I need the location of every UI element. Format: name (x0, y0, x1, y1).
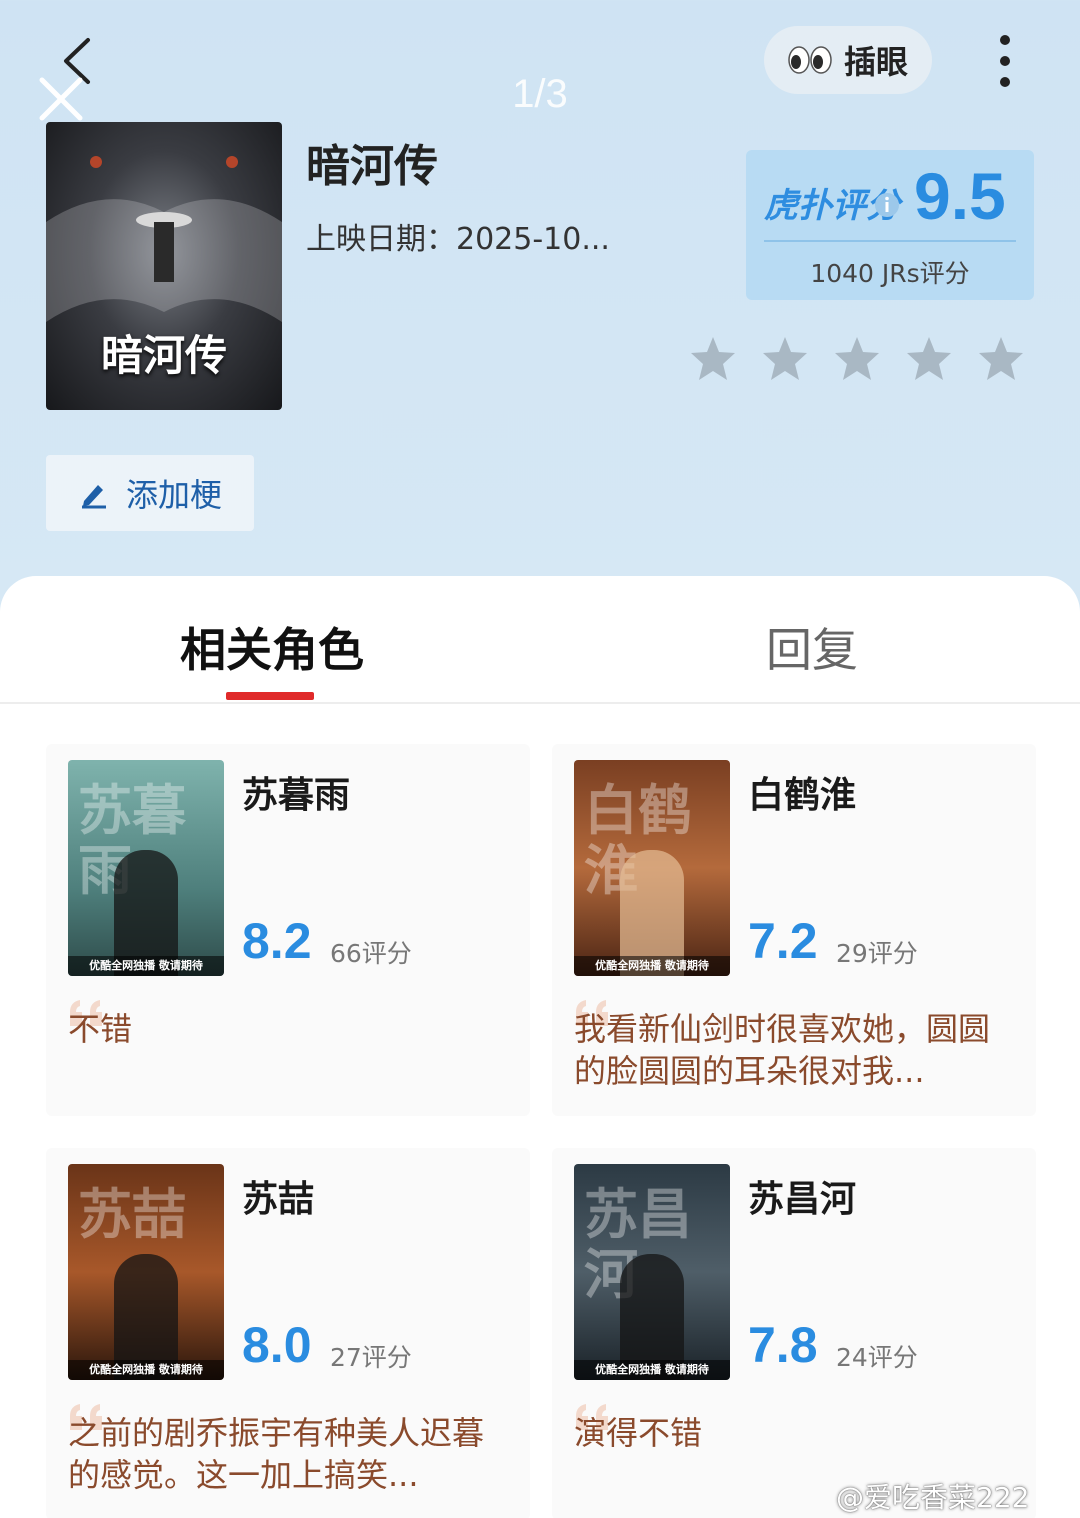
role-score: 7.2 (748, 913, 818, 969)
poster-tag: 优酷全网独播 敬请期待 (574, 1360, 730, 1380)
page-counter: 1/3 (512, 72, 568, 116)
content-panel: 相关角色 回复 苏暮雨 优酷全网独播 敬请期待 苏暮雨 8.2 66评分 不错 … (0, 576, 1080, 1518)
role-poster: 白鹤淮 优酷全网独播 敬请期待 (574, 760, 730, 976)
role-poster: 苏昌河 优酷全网独播 敬请期待 (574, 1164, 730, 1380)
poster-tag: 优酷全网独播 敬请期待 (574, 956, 730, 976)
drama-header: 1/3 插眼 暗河传 暗河传 上映日期：2025-10... 虎扑评分 9.5 … (0, 0, 1080, 600)
role-score: 7.8 (748, 1317, 818, 1373)
star-icon[interactable] (688, 334, 738, 384)
star-icon[interactable] (760, 334, 810, 384)
star-icon[interactable] (904, 334, 954, 384)
role-comment: 我看新仙剑时很喜欢她，圆圆的脸圆圆的耳朵很对我... (574, 1010, 991, 1090)
rating-stars[interactable] (688, 334, 1026, 384)
role-card[interactable]: 白鹤淮 优酷全网独播 敬请期待 白鹤淮 7.2 29评分 我看新仙剑时很喜欢她，… (552, 744, 1036, 1116)
eyes-icon (788, 46, 832, 74)
role-score-count: 29评分 (836, 939, 918, 968)
role-name: 白鹤淮 (748, 775, 857, 816)
poster-tag: 优酷全网独播 敬请期待 (68, 956, 224, 976)
poster-title: 暗河传 (100, 331, 227, 380)
role-comment: 之前的剧乔振宇有种美人迟暮的感觉。这一加上搞笑... (68, 1414, 485, 1494)
score-value: 9.5 (914, 159, 1006, 233)
info-icon[interactable] (874, 192, 900, 218)
role-name: 苏昌河 (748, 1179, 857, 1220)
tab-replies[interactable]: 回复 (766, 614, 858, 680)
tab-divider (0, 702, 1080, 704)
release-date: 上映日期：2025-10... (306, 222, 610, 257)
role-score-count: 66评分 (330, 939, 412, 968)
star-icon[interactable] (976, 334, 1026, 384)
score-box[interactable]: 虎扑评分 9.5 1040 JRs评分 (746, 150, 1034, 300)
add-meme-button[interactable]: 添加梗 (46, 455, 254, 531)
tab-related-roles[interactable]: 相关角色 (180, 614, 364, 680)
role-poster: 苏喆 优酷全网独播 敬请期待 (68, 1164, 224, 1380)
add-meme-label: 添加梗 (125, 476, 222, 514)
role-score: 8.2 (242, 913, 312, 969)
drama-title: 暗河传 (306, 141, 438, 192)
role-card[interactable]: 苏喆 优酷全网独播 敬请期待 苏喆 8.0 27评分 之前的剧乔振宇有种美人迟暮… (46, 1148, 530, 1518)
role-comment: 不错 (68, 1010, 133, 1048)
pen-icon (81, 485, 106, 509)
drama-poster[interactable]: 暗河传 (46, 122, 282, 410)
role-score-count: 24评分 (836, 1343, 918, 1372)
peek-button[interactable]: 插眼 (764, 26, 932, 94)
poster-characters: 苏喆 (78, 1182, 186, 1246)
role-score: 8.0 (242, 1317, 312, 1373)
role-name: 苏暮雨 (242, 775, 351, 816)
more-options-icon[interactable] (990, 34, 1020, 88)
watermark: @爱吃香菜222 (836, 1481, 1030, 1514)
poster-tag: 优酷全网独播 敬请期待 (68, 1360, 224, 1380)
close-icon[interactable] (36, 74, 86, 124)
peek-label: 插眼 (843, 43, 908, 81)
star-icon[interactable] (832, 334, 882, 384)
role-score-count: 27评分 (330, 1343, 412, 1372)
active-tab-indicator (226, 692, 314, 700)
role-name: 苏喆 (242, 1179, 315, 1220)
role-card[interactable]: 苏暮雨 优酷全网独播 敬请期待 苏暮雨 8.2 66评分 不错 (46, 744, 530, 1116)
score-count: 1040 JRs评分 (810, 259, 970, 288)
role-poster: 苏暮雨 优酷全网独播 敬请期待 (68, 760, 224, 976)
score-divider (764, 240, 1016, 242)
role-card[interactable]: 苏昌河 优酷全网独播 敬请期待 苏昌河 7.8 24评分 演得不错 (552, 1148, 1036, 1518)
role-comment: 演得不错 (574, 1414, 703, 1452)
